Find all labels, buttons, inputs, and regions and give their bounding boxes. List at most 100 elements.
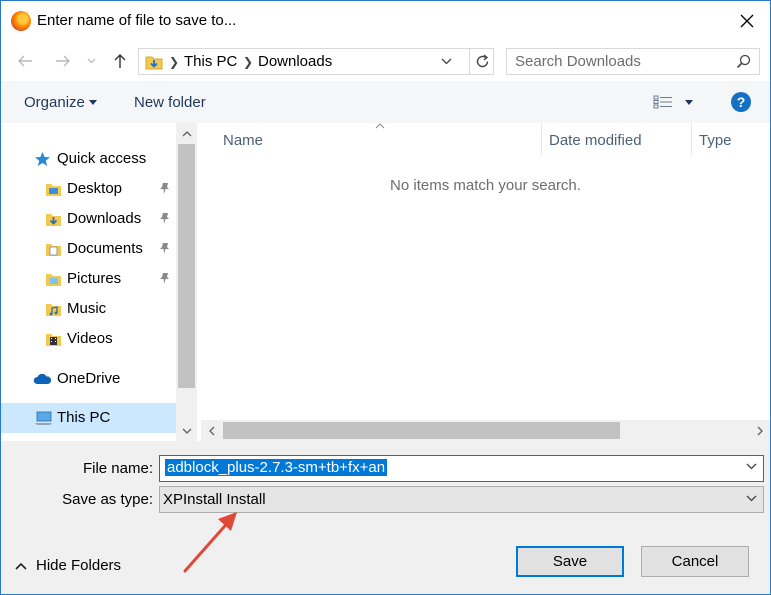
chevron-up-icon <box>15 562 27 570</box>
close-icon <box>740 14 754 28</box>
caret-down-icon[interactable] <box>685 100 693 105</box>
close-button[interactable] <box>724 1 770 41</box>
nav-item-pictures[interactable]: Pictures <box>1 264 176 294</box>
search-input[interactable] <box>507 49 733 74</box>
scroll-thumb[interactable] <box>223 422 620 439</box>
scroll-up-button[interactable] <box>176 123 197 144</box>
nav-label: Videos <box>67 330 113 347</box>
recent-locations-button[interactable] <box>83 49 99 73</box>
nav-item-this-pc[interactable]: This PC <box>1 403 176 433</box>
forward-button[interactable] <box>51 49 75 73</box>
nav-label: Pictures <box>67 270 122 287</box>
hide-folders-label: Hide Folders <box>36 557 122 574</box>
star-icon <box>35 152 50 166</box>
nav-label: Desktop <box>67 180 123 197</box>
cancel-button[interactable]: Cancel <box>641 546 749 577</box>
back-button[interactable] <box>13 49 37 73</box>
help-button[interactable]: ? <box>731 92 751 112</box>
up-button[interactable] <box>108 49 132 73</box>
chevron-left-icon <box>208 426 214 435</box>
chevron-down-icon <box>746 495 757 502</box>
organize-button[interactable]: Organize <box>24 94 85 111</box>
save-as-type-label: Save as type: <box>62 491 153 508</box>
search-box[interactable] <box>506 48 760 75</box>
nav-item-music[interactable]: Music <box>1 294 176 324</box>
file-name-label: File name: <box>82 460 153 477</box>
nav-item-quick-access[interactable]: Quick access <box>1 144 176 174</box>
save-form: File name: adblock_plus-2.7.3-sm+tb+fx+a… <box>1 441 770 594</box>
window-title: Enter name of file to save to... <box>37 12 237 29</box>
arrow-left-icon <box>18 55 32 67</box>
downloads-folder-icon <box>46 214 61 226</box>
pin-icon <box>160 243 169 254</box>
chevron-down-icon <box>182 428 191 434</box>
save-file-dialog: Enter name of file to save to... ❯ This … <box>0 0 771 595</box>
chevron-right-icon <box>757 426 763 435</box>
column-header-name[interactable]: Name <box>223 123 263 155</box>
annotation-arrow-icon <box>183 512 237 573</box>
file-list-horizontal-scrollbar[interactable] <box>201 420 770 441</box>
column-header-type[interactable]: Type <box>699 123 732 155</box>
scroll-left-button[interactable] <box>201 420 222 441</box>
save-button[interactable]: Save <box>516 546 624 577</box>
address-row: ❯ This PC ❯ Downloads <box>1 41 770 81</box>
file-list: Name Date modified Type No items match y… <box>201 123 770 441</box>
chevron-down-icon[interactable] <box>441 54 452 68</box>
computer-icon <box>35 411 52 425</box>
nav-label: OneDrive <box>57 370 121 387</box>
command-toolbar: Organize New folder ? <box>1 81 770 123</box>
chevron-right-icon: ❯ <box>169 55 180 69</box>
chevron-down-icon[interactable] <box>746 463 757 470</box>
title-bar: Enter name of file to save to... <box>1 1 770 41</box>
pictures-folder-icon <box>46 274 61 286</box>
column-header-date-modified[interactable]: Date modified <box>549 123 642 155</box>
breadcrumb-this-pc[interactable]: This PC <box>184 53 237 70</box>
view-options-icon[interactable] <box>653 95 673 109</box>
refresh-icon <box>476 54 488 68</box>
breadcrumb-downloads[interactable]: Downloads <box>258 53 332 70</box>
scroll-thumb[interactable] <box>178 144 195 388</box>
nav-label: Documents <box>67 240 143 257</box>
nav-label: This PC <box>57 409 111 426</box>
scroll-down-button[interactable] <box>176 420 197 441</box>
cloud-icon <box>33 373 52 384</box>
arrow-right-icon <box>56 55 70 67</box>
desktop-folder-icon <box>46 184 61 196</box>
nav-item-desktop[interactable]: Desktop <box>1 174 176 204</box>
save-as-type-select[interactable]: XPInstall Install <box>159 486 764 513</box>
videos-folder-icon <box>46 334 61 346</box>
documents-folder-icon <box>46 244 61 256</box>
arrow-up-icon <box>114 54 126 68</box>
music-folder-icon <box>46 304 61 316</box>
nav-item-downloads[interactable]: Downloads <box>1 204 176 234</box>
caret-down-icon <box>89 100 97 105</box>
pin-icon <box>160 273 169 284</box>
column-divider[interactable] <box>541 123 542 155</box>
file-name-value[interactable]: adblock_plus-2.7.3-sm+tb+fx+an <box>165 459 388 476</box>
navigation-pane: Quick access Desktop Downloads Documents… <box>1 123 197 441</box>
refresh-button[interactable] <box>469 49 494 74</box>
address-bar[interactable]: ❯ This PC ❯ Downloads <box>138 48 494 75</box>
chevron-right-icon: ❯ <box>243 55 254 69</box>
nav-label: Downloads <box>67 210 142 227</box>
nav-label: Quick access <box>57 150 147 167</box>
chevron-down-icon <box>87 58 95 64</box>
nav-item-onedrive[interactable]: OneDrive <box>1 364 176 394</box>
pin-icon <box>160 213 169 224</box>
downloads-folder-icon <box>145 56 163 70</box>
nav-label: Music <box>67 300 107 317</box>
save-as-type-value: XPInstall Install <box>163 491 266 508</box>
file-name-input[interactable]: adblock_plus-2.7.3-sm+tb+fx+an <box>159 455 764 482</box>
nav-item-videos[interactable]: Videos <box>1 324 176 354</box>
nav-vertical-scrollbar[interactable] <box>176 123 197 441</box>
chevron-up-icon <box>182 130 191 136</box>
column-divider[interactable] <box>691 123 692 155</box>
search-icon <box>736 54 751 69</box>
nav-item-documents[interactable]: Documents <box>1 234 176 264</box>
pin-icon <box>160 183 169 194</box>
new-folder-button[interactable]: New folder <box>134 94 206 111</box>
empty-list-message: No items match your search. <box>390 177 581 194</box>
firefox-icon <box>11 11 31 31</box>
sort-ascending-icon <box>375 123 385 129</box>
scroll-right-button[interactable] <box>749 420 770 441</box>
